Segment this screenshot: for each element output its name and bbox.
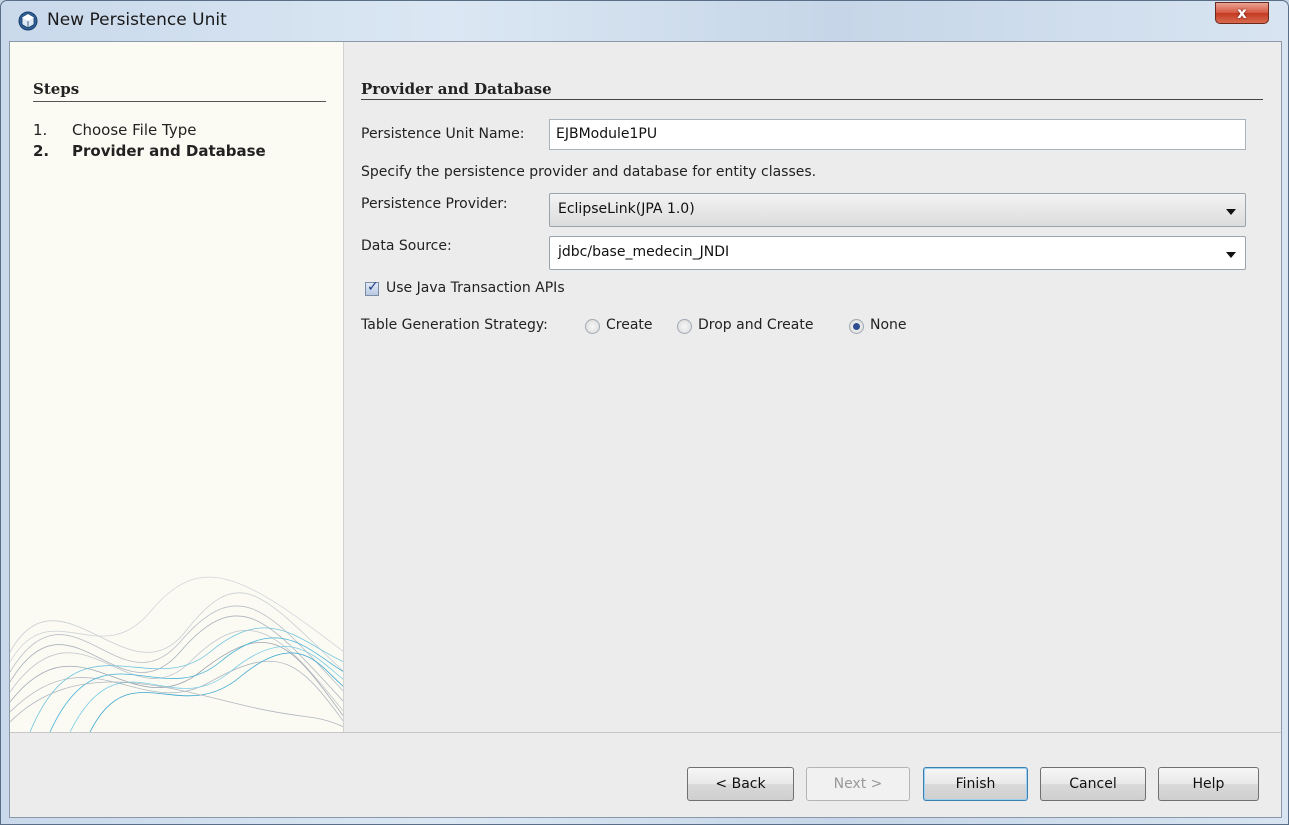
radio-selected-dot bbox=[853, 323, 860, 330]
back-button[interactable]: < Back bbox=[687, 767, 794, 801]
chevron-down-icon bbox=[1226, 209, 1236, 215]
radio-create-label[interactable]: Create bbox=[606, 317, 653, 333]
close-button[interactable]: x bbox=[1215, 2, 1269, 24]
datasource-value: jdbc/base_medecin_JNDI bbox=[558, 244, 730, 260]
provider-value: EclipseLink(JPA 1.0) bbox=[558, 201, 695, 217]
dialog-window: New Persistence Unit x Steps 1. Choose Fi… bbox=[0, 0, 1289, 825]
unit-name-field[interactable]: EJBModule1PU bbox=[549, 119, 1246, 150]
radio-drop-and-create[interactable] bbox=[677, 319, 692, 334]
step-item-1: 1. Choose File Type bbox=[33, 121, 196, 139]
step-number: 1. bbox=[33, 121, 48, 139]
use-jta-checkbox[interactable]: ✓ bbox=[365, 279, 379, 296]
radio-drop-and-create-label[interactable]: Drop and Create bbox=[698, 317, 813, 333]
steps-heading: Steps bbox=[33, 80, 80, 98]
decorative-wave-graphic bbox=[10, 576, 343, 732]
panel-heading: Provider and Database bbox=[361, 80, 552, 98]
title-bar[interactable]: New Persistence Unit x bbox=[1, 1, 1288, 41]
step-label: Choose File Type bbox=[72, 121, 197, 139]
steps-pane: Steps 1. Choose File Type 2. Provider and … bbox=[10, 42, 344, 732]
description-text: Specify the persistence provider and dat… bbox=[361, 164, 817, 180]
datasource-label: Data Source: bbox=[361, 238, 452, 254]
use-jta-label[interactable]: Use Java Transaction APIs bbox=[386, 280, 565, 296]
provider-dropdown[interactable]: EclipseLink(JPA 1.0) bbox=[549, 193, 1246, 227]
footer-divider bbox=[10, 732, 1281, 733]
step-label: Provider and Database bbox=[72, 142, 266, 160]
netbeans-cube-icon bbox=[18, 11, 38, 31]
help-button[interactable]: Help bbox=[1158, 767, 1259, 801]
datasource-dropdown[interactable]: jdbc/base_medecin_JNDI bbox=[549, 236, 1246, 270]
dialog-client-area: Steps 1. Choose File Type 2. Provider and … bbox=[9, 41, 1282, 818]
panel-divider bbox=[361, 99, 1263, 100]
cancel-button[interactable]: Cancel bbox=[1040, 767, 1146, 801]
provider-label: Persistence Provider: bbox=[361, 196, 508, 212]
steps-divider bbox=[33, 101, 326, 102]
finish-button[interactable]: Finish bbox=[923, 767, 1028, 801]
step-number: 2. bbox=[33, 142, 50, 160]
window-title: New Persistence Unit bbox=[47, 10, 227, 30]
radio-create[interactable] bbox=[585, 319, 600, 334]
radio-none-label[interactable]: None bbox=[870, 317, 907, 333]
main-pane: Provider and Database Persistence Unit N… bbox=[344, 42, 1281, 732]
step-item-2: 2. Provider and Database bbox=[33, 142, 266, 160]
chevron-down-icon bbox=[1226, 252, 1236, 258]
next-button[interactable]: Next > bbox=[806, 767, 910, 801]
radio-none[interactable] bbox=[849, 319, 864, 334]
strategy-label: Table Generation Strategy: bbox=[361, 317, 548, 333]
checkmark-icon: ✓ bbox=[367, 279, 379, 295]
close-icon: x bbox=[1237, 4, 1247, 22]
unit-name-label: Persistence Unit Name: bbox=[361, 126, 525, 142]
